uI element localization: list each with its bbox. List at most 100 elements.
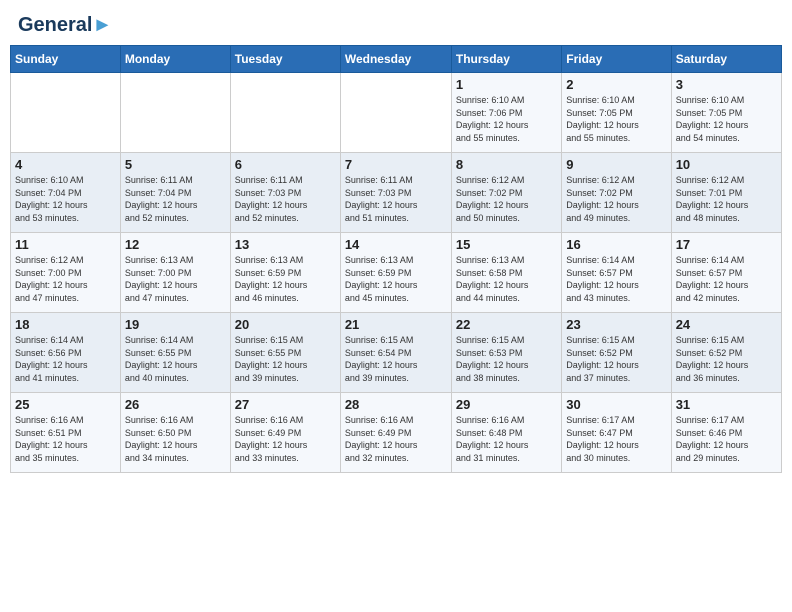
day-number: 26: [125, 397, 226, 412]
day-number: 14: [345, 237, 447, 252]
calendar-day-3: 3Sunrise: 6:10 AMSunset: 7:05 PMDaylight…: [671, 73, 781, 153]
calendar-day-5: 5 Sunrise: 6:11 AMSunset: 7:04 PMDaylight…: [120, 153, 230, 233]
calendar-day-14: 14 Sunrise: 6:13 AMSunset: 6:59 PMDayligh…: [340, 233, 451, 313]
calendar-day-11: 11 Sunrise: 6:12 AMSunset: 7:00 PMDayligh…: [11, 233, 121, 313]
calendar-week-row: 18 Sunrise: 6:14 AMSunset: 6:56 PMDayligh…: [11, 313, 782, 393]
calendar-day-21: 21 Sunrise: 6:15 AMSunset: 6:54 PMDayligh…: [340, 313, 451, 393]
calendar-day-17: 17Sunrise: 6:14 AMSunset: 6:57 PMDayligh…: [671, 233, 781, 313]
day-info: Sunrise: 6:12 AMSunset: 7:00 PMDaylight:…: [15, 254, 116, 304]
day-info: Sunrise: 6:15 AMSunset: 6:55 PMDaylight:…: [235, 334, 336, 384]
weekday-header-saturday: Saturday: [671, 46, 781, 73]
day-number: 2: [566, 77, 666, 92]
day-info: Sunrise: 6:10 AMSunset: 7:04 PMDaylight:…: [15, 174, 116, 224]
weekday-header-row: SundayMondayTuesdayWednesdayThursdayFrid…: [11, 46, 782, 73]
calendar-day-30: 30 Sunrise: 6:17 AMSunset: 6:47 PMDayligh…: [562, 393, 671, 473]
day-number: 21: [345, 317, 447, 332]
day-info: Sunrise: 6:15 AMSunset: 6:53 PMDaylight:…: [456, 334, 557, 384]
logo-general: General►: [18, 14, 112, 37]
calendar-empty-cell: [11, 73, 121, 153]
calendar-day-20: 20 Sunrise: 6:15 AMSunset: 6:55 PMDayligh…: [230, 313, 340, 393]
day-info: Sunrise: 6:15 AMSunset: 6:52 PMDaylight:…: [566, 334, 666, 384]
day-info: Sunrise: 6:14 AMSunset: 6:56 PMDaylight:…: [15, 334, 116, 384]
day-number: 10: [676, 157, 777, 172]
day-info: Sunrise: 6:12 AMSunset: 7:01 PMDaylight:…: [676, 174, 777, 224]
day-number: 20: [235, 317, 336, 332]
day-number: 4: [15, 157, 116, 172]
day-info: Sunrise: 6:16 AMSunset: 6:48 PMDaylight:…: [456, 414, 557, 464]
weekday-header-sunday: Sunday: [11, 46, 121, 73]
calendar-day-22: 22 Sunrise: 6:15 AMSunset: 6:53 PMDayligh…: [451, 313, 561, 393]
day-number: 13: [235, 237, 336, 252]
calendar-day-8: 8 Sunrise: 6:12 AMSunset: 7:02 PMDaylight…: [451, 153, 561, 233]
calendar-day-10: 10 Sunrise: 6:12 AMSunset: 7:01 PMDayligh…: [671, 153, 781, 233]
calendar-day-4: 4 Sunrise: 6:10 AMSunset: 7:04 PMDaylight…: [11, 153, 121, 233]
logo: General►: [18, 14, 112, 33]
day-info: Sunrise: 6:16 AMSunset: 6:50 PMDaylight:…: [125, 414, 226, 464]
weekday-header-friday: Friday: [562, 46, 671, 73]
day-info: Sunrise: 6:13 AMSunset: 6:59 PMDaylight:…: [235, 254, 336, 304]
weekday-header-monday: Monday: [120, 46, 230, 73]
day-number: 19: [125, 317, 226, 332]
day-number: 23: [566, 317, 666, 332]
day-number: 15: [456, 237, 557, 252]
page-header: General►: [10, 10, 782, 37]
day-number: 24: [676, 317, 777, 332]
day-number: 18: [15, 317, 116, 332]
calendar-empty-cell: [340, 73, 451, 153]
day-number: 6: [235, 157, 336, 172]
day-number: 8: [456, 157, 557, 172]
day-number: 11: [15, 237, 116, 252]
calendar-day-18: 18 Sunrise: 6:14 AMSunset: 6:56 PMDayligh…: [11, 313, 121, 393]
day-info: Sunrise: 6:17 AMSunset: 6:46 PMDaylight:…: [676, 414, 777, 464]
calendar-day-27: 27Sunrise: 6:16 AMSunset: 6:49 PMDayligh…: [230, 393, 340, 473]
calendar-day-25: 25 Sunrise: 6:16 AMSunset: 6:51 PMDayligh…: [11, 393, 121, 473]
calendar-week-row: 25 Sunrise: 6:16 AMSunset: 6:51 PMDayligh…: [11, 393, 782, 473]
calendar-day-15: 15 Sunrise: 6:13 AMSunset: 6:58 PMDayligh…: [451, 233, 561, 313]
day-number: 9: [566, 157, 666, 172]
calendar-day-6: 6 Sunrise: 6:11 AMSunset: 7:03 PMDaylight…: [230, 153, 340, 233]
day-number: 31: [676, 397, 777, 412]
day-number: 7: [345, 157, 447, 172]
day-info: Sunrise: 6:11 AMSunset: 7:04 PMDaylight:…: [125, 174, 226, 224]
day-number: 25: [15, 397, 116, 412]
day-number: 22: [456, 317, 557, 332]
day-info: Sunrise: 6:14 AMSunset: 6:55 PMDaylight:…: [125, 334, 226, 384]
calendar-day-1: 1 Sunrise: 6:10 AMSunset: 7:06 PMDaylight…: [451, 73, 561, 153]
calendar-day-2: 2 Sunrise: 6:10 AMSunset: 7:05 PMDaylight…: [562, 73, 671, 153]
day-info: Sunrise: 6:11 AMSunset: 7:03 PMDaylight:…: [345, 174, 447, 224]
day-info: Sunrise: 6:15 AMSunset: 6:52 PMDaylight:…: [676, 334, 777, 384]
day-info: Sunrise: 6:16 AMSunset: 6:51 PMDaylight:…: [15, 414, 116, 464]
calendar-day-26: 26 Sunrise: 6:16 AMSunset: 6:50 PMDayligh…: [120, 393, 230, 473]
day-info: Sunrise: 6:17 AMSunset: 6:47 PMDaylight:…: [566, 414, 666, 464]
calendar-table: SundayMondayTuesdayWednesdayThursdayFrid…: [10, 45, 782, 473]
calendar-day-28: 28 Sunrise: 6:16 AMSunset: 6:49 PMDayligh…: [340, 393, 451, 473]
day-info: Sunrise: 6:10 AMSunset: 7:06 PMDaylight:…: [456, 94, 557, 144]
day-info: Sunrise: 6:16 AMSunset: 6:49 PMDaylight:…: [345, 414, 447, 464]
day-number: 30: [566, 397, 666, 412]
day-number: 16: [566, 237, 666, 252]
day-number: 28: [345, 397, 447, 412]
calendar-day-7: 7 Sunrise: 6:11 AMSunset: 7:03 PMDaylight…: [340, 153, 451, 233]
weekday-header-wednesday: Wednesday: [340, 46, 451, 73]
calendar-day-9: 9 Sunrise: 6:12 AMSunset: 7:02 PMDaylight…: [562, 153, 671, 233]
day-info: Sunrise: 6:14 AMSunset: 6:57 PMDaylight:…: [566, 254, 666, 304]
day-info: Sunrise: 6:12 AMSunset: 7:02 PMDaylight:…: [456, 174, 557, 224]
weekday-header-tuesday: Tuesday: [230, 46, 340, 73]
day-number: 3: [676, 77, 777, 92]
day-info: Sunrise: 6:12 AMSunset: 7:02 PMDaylight:…: [566, 174, 666, 224]
day-info: Sunrise: 6:13 AMSunset: 7:00 PMDaylight:…: [125, 254, 226, 304]
day-info: Sunrise: 6:10 AMSunset: 7:05 PMDaylight:…: [566, 94, 666, 144]
day-info: Sunrise: 6:11 AMSunset: 7:03 PMDaylight:…: [235, 174, 336, 224]
calendar-week-row: 1 Sunrise: 6:10 AMSunset: 7:06 PMDaylight…: [11, 73, 782, 153]
day-info: Sunrise: 6:14 AMSunset: 6:57 PMDaylight:…: [676, 254, 777, 304]
day-number: 29: [456, 397, 557, 412]
calendar-empty-cell: [120, 73, 230, 153]
day-info: Sunrise: 6:15 AMSunset: 6:54 PMDaylight:…: [345, 334, 447, 384]
calendar-day-31: 31 Sunrise: 6:17 AMSunset: 6:46 PMDayligh…: [671, 393, 781, 473]
day-number: 1: [456, 77, 557, 92]
calendar-day-24: 24 Sunrise: 6:15 AMSunset: 6:52 PMDayligh…: [671, 313, 781, 393]
day-info: Sunrise: 6:13 AMSunset: 6:58 PMDaylight:…: [456, 254, 557, 304]
day-number: 5: [125, 157, 226, 172]
day-info: Sunrise: 6:13 AMSunset: 6:59 PMDaylight:…: [345, 254, 447, 304]
calendar-week-row: 11 Sunrise: 6:12 AMSunset: 7:00 PMDayligh…: [11, 233, 782, 313]
